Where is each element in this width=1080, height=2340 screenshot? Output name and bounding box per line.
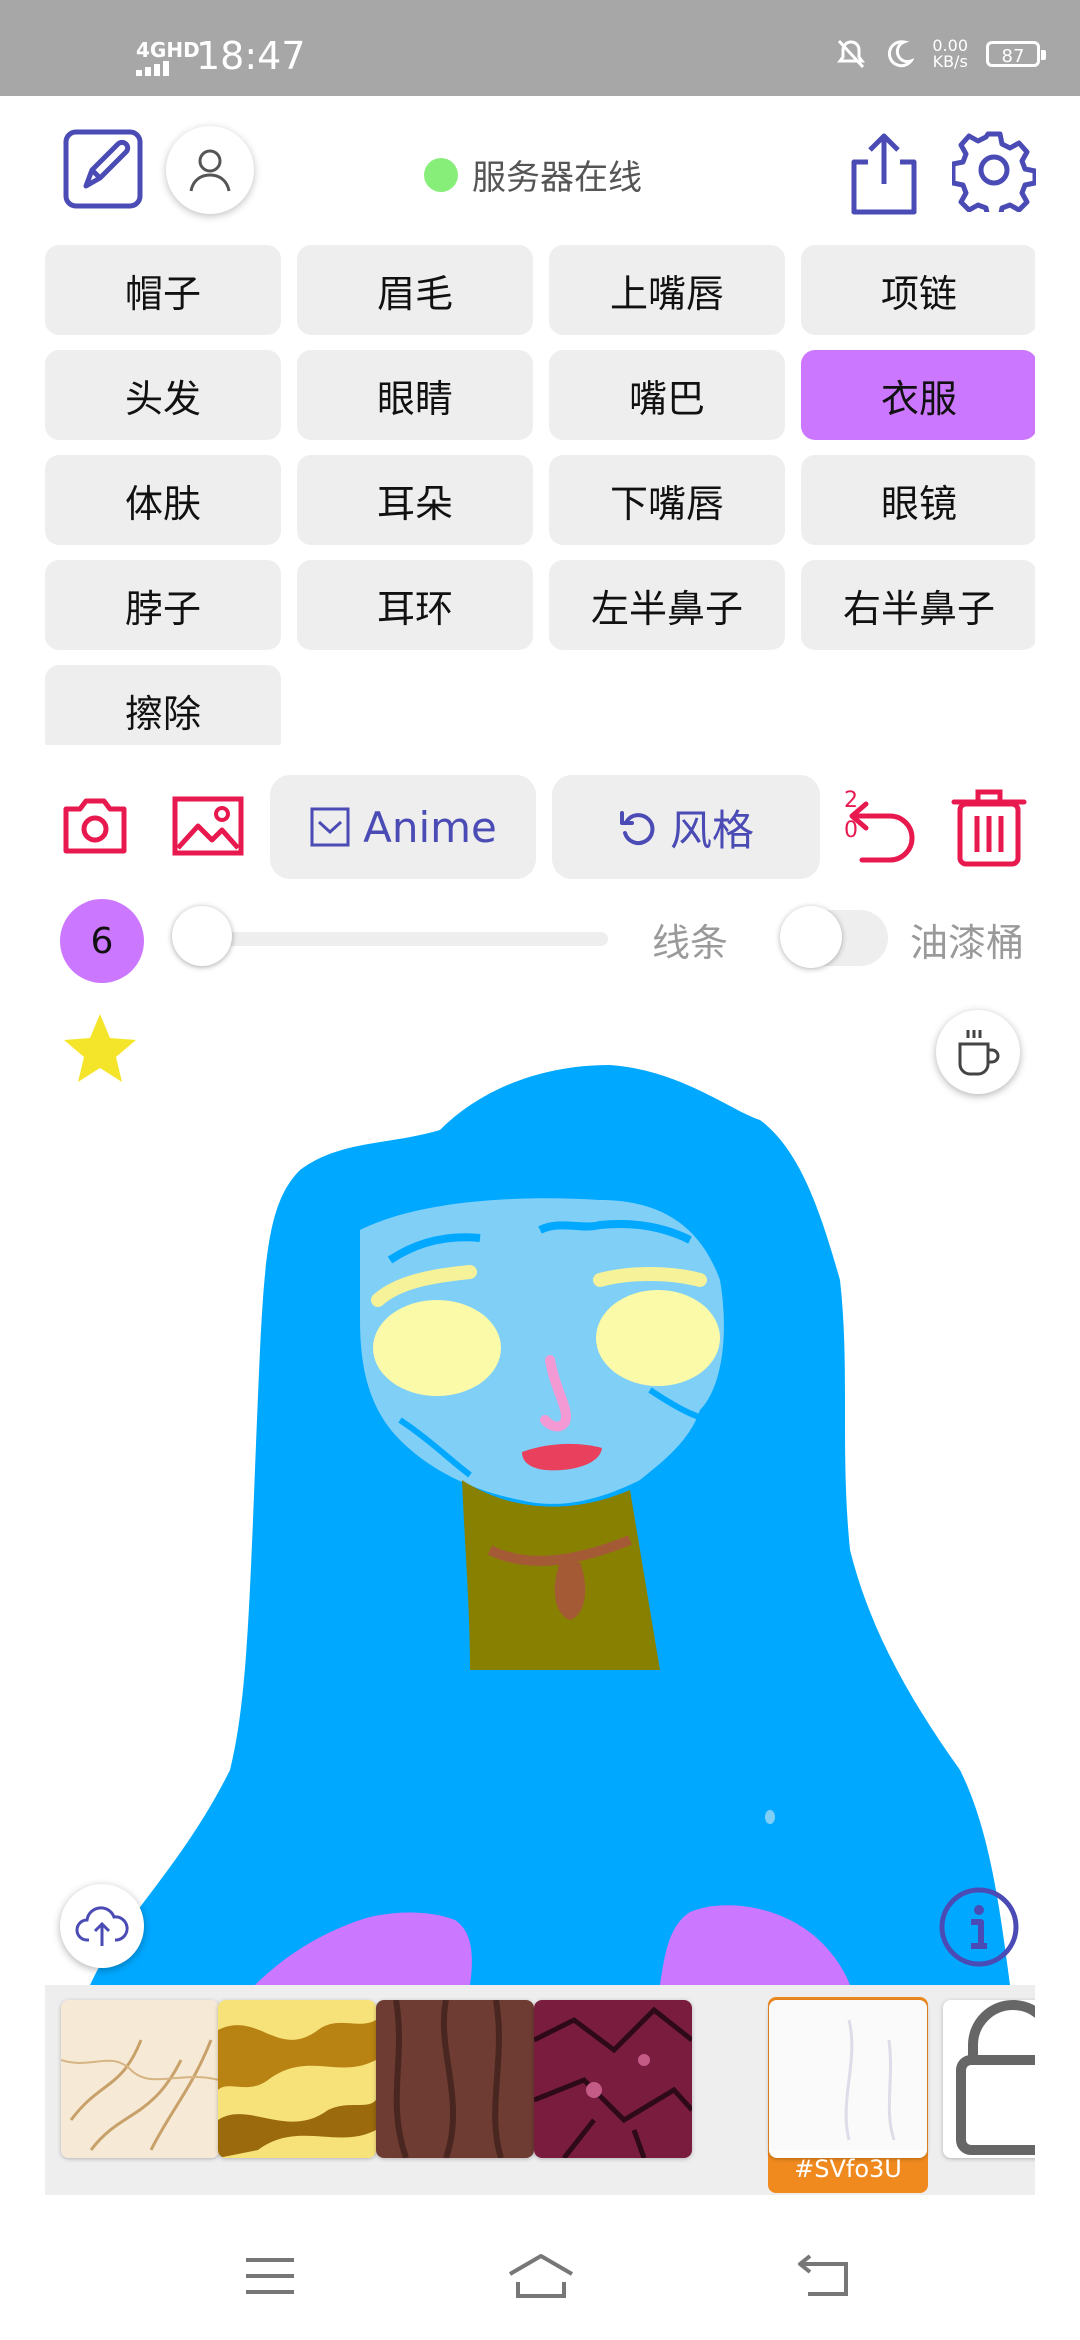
trash-icon[interactable]	[950, 786, 1028, 868]
part-chip[interactable]: 下嘴唇	[549, 455, 785, 545]
lines-label: 线条	[652, 921, 729, 965]
texture-locked[interactable]	[943, 2000, 1035, 2158]
drawing-canvas[interactable]	[0, 1050, 1080, 1985]
server-status-dot	[424, 157, 458, 192]
undo-count: 2 0	[844, 790, 858, 842]
paint-bucket-toggle-knob[interactable]	[780, 906, 842, 968]
part-chip[interactable]: 帽子	[45, 245, 281, 335]
undo-count-bottom: 0	[844, 818, 858, 843]
do-not-disturb-moon-icon	[888, 40, 915, 68]
clock: 18:47	[196, 34, 306, 78]
user-icon	[189, 149, 231, 192]
user-profile-button[interactable]	[166, 126, 254, 214]
signal-icon	[136, 61, 169, 76]
part-chip[interactable]: 头发	[45, 350, 281, 440]
camera-icon[interactable]	[62, 795, 128, 857]
brush-size-slider-handle[interactable]	[172, 906, 232, 966]
part-chip[interactable]: 脖子	[45, 560, 281, 650]
undo-count-top: 2	[844, 788, 858, 813]
part-chip[interactable]: 右半鼻子	[801, 560, 1035, 650]
edit-icon[interactable]	[62, 126, 146, 210]
upload-cloud-button[interactable]	[60, 1884, 144, 1968]
part-chip[interactable]: 眉毛	[297, 245, 533, 335]
menu-icon[interactable]	[244, 2256, 296, 2296]
brush-size-indicator[interactable]: 6	[60, 899, 144, 983]
part-chip[interactable]: 眼睛	[297, 350, 533, 440]
battery-indicator: 87	[986, 41, 1046, 67]
style-button[interactable]: 风格	[552, 775, 820, 879]
texture-magenta-rock[interactable]	[534, 2000, 692, 2158]
selected-texture-code: #SVfo3U	[794, 2155, 902, 2183]
server-status: 服务器在线	[424, 150, 642, 199]
status-bar: 4GHD 18:47 0.00 KB/s 87	[0, 0, 1080, 96]
image-gallery-icon[interactable]	[172, 796, 244, 856]
paint-bucket-label: 油漆桶	[910, 921, 1025, 965]
part-chip[interactable]: 左半鼻子	[549, 560, 785, 650]
texture-white-selected[interactable]	[769, 2000, 927, 2158]
part-chip[interactable]: 衣服	[801, 350, 1035, 440]
part-chip[interactable]: 项链	[801, 245, 1035, 335]
info-icon[interactable]	[938, 1886, 1020, 1968]
texture-strip: #SVfo3U	[45, 1985, 1035, 2195]
brush-size-slider-track[interactable]	[200, 932, 608, 946]
speed-unit: KB/s	[932, 52, 968, 71]
settings-gear-icon[interactable]	[952, 128, 1036, 212]
part-chip[interactable]: 眼镜	[801, 455, 1035, 545]
part-chip[interactable]: 体肤	[45, 455, 281, 545]
texture-gold-line[interactable]	[61, 2000, 219, 2158]
anime-mode-label: Anime	[363, 802, 497, 852]
part-chip[interactable]: 耳环	[297, 560, 533, 650]
system-navigation-bar	[0, 2210, 1080, 2340]
network-speed: 0.00 KB/s	[932, 38, 968, 70]
style-label: 风格	[669, 805, 754, 855]
part-chip[interactable]: 耳朵	[297, 455, 533, 545]
share-icon[interactable]	[846, 130, 922, 216]
part-chip[interactable]: 上嘴唇	[549, 245, 785, 335]
texture-dark-wood[interactable]	[376, 2000, 534, 2158]
home-icon[interactable]	[506, 2252, 576, 2300]
part-selector-grid: 帽子 眉毛 上嘴唇 项链头发 眼睛 嘴巴 衣服体肤 耳朵 下嘴唇 眼镜脖子 耳环 左半鼻子 右半鼻子擦除	[45, 245, 1035, 745]
back-icon[interactable]	[796, 2254, 850, 2298]
lock-icon	[956, 2000, 1035, 2155]
network-type: 4GHD	[136, 38, 200, 62]
mute-notification-icon	[837, 39, 866, 69]
cloud-upload-icon	[75, 1906, 129, 1946]
server-status-label: 服务器在线	[472, 158, 642, 198]
refresh-icon	[619, 811, 655, 846]
part-chip[interactable]: 嘴巴	[549, 350, 785, 440]
part-chip[interactable]: 擦除	[45, 665, 281, 745]
mail-box-icon	[310, 807, 350, 847]
texture-gold-marble[interactable]	[218, 2000, 376, 2158]
anime-mode-button[interactable]: Anime	[270, 775, 536, 879]
